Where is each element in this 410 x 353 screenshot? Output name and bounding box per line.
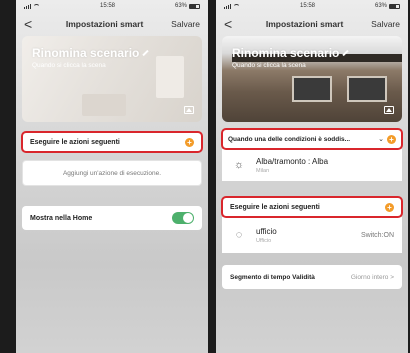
pencil-icon — [142, 49, 150, 57]
action-item-title: ufficio — [256, 226, 277, 236]
rename-scene-button[interactable]: Rinomina scenario — [32, 46, 150, 60]
scene-title: Rinomina scenario — [32, 46, 140, 60]
show-home-label: Mostra nella Home — [30, 214, 93, 222]
show-home-toggle[interactable] — [172, 212, 194, 224]
scene-banner[interactable]: Rinomina scenario Quando si clicca la sc… — [222, 36, 402, 122]
scene-subtitle: Quando si clicca la scena — [232, 62, 306, 69]
screenshot-stage: 15:58 63% < Impostazioni smart Salvare R… — [0, 0, 410, 353]
rename-scene-button[interactable]: Rinomina scenario — [232, 46, 350, 60]
add-action-plus-button[interactable]: + — [385, 202, 394, 212]
banner-decoration — [292, 76, 332, 102]
banner-decoration — [156, 56, 184, 98]
action-item-subtitle: Ufficio — [256, 237, 272, 244]
banner-decoration — [347, 76, 387, 102]
save-button[interactable]: Salvare — [371, 19, 400, 29]
page-title: Impostazioni smart — [265, 19, 344, 29]
condition-label: Quando una delle condizioni è soddis... — [228, 135, 351, 143]
nav-bar: < Impostazioni smart Salvare — [16, 12, 208, 36]
condition-item-title: Alba/tramonto : Alba — [256, 156, 329, 166]
phone-screen-right: 15:58 63% < Impostazioni smart Salvare R… — [216, 0, 408, 353]
battery-percent: 63% — [174, 3, 187, 9]
chevron-down-icon[interactable]: ⌄ — [378, 135, 384, 143]
condition-item[interactable]: ☼ Alba/tramonto : Alba Milan — [222, 149, 402, 181]
show-home-row: Mostra nella Home — [22, 206, 202, 230]
actions-section-header: Eseguire le azioni seguenti + — [21, 131, 203, 153]
wifi-icon — [233, 3, 240, 9]
add-action-plus-button[interactable]: + — [185, 137, 194, 147]
add-action-button[interactable]: Aggiungi un'azione di esecuzione. — [22, 160, 202, 186]
battery-percent: 63% — [374, 3, 387, 9]
action-item-status: Switch:ON — [360, 231, 394, 239]
actions-label: Eseguire le azioni seguenti — [230, 203, 320, 211]
phone-screen-left: 15:58 63% < Impostazioni smart Salvare R… — [16, 0, 208, 353]
page-title: Impostazioni smart — [65, 19, 144, 29]
validity-label: Segmento di tempo Validità — [230, 273, 315, 281]
scene-banner[interactable]: Rinomina scenario Quando si clicca la sc… — [22, 36, 202, 122]
back-icon[interactable]: < — [224, 17, 238, 31]
actions-label: Eseguire le azioni seguenti — [30, 138, 120, 146]
signal-icon — [224, 3, 231, 9]
change-image-icon[interactable] — [384, 106, 394, 114]
sunrise-icon: ☼ — [233, 159, 245, 171]
battery-icon — [189, 3, 200, 9]
status-time: 15:58 — [299, 3, 315, 9]
back-icon[interactable]: < — [24, 17, 38, 31]
save-button[interactable]: Salvare — [171, 19, 200, 29]
wifi-icon — [33, 3, 40, 9]
action-item[interactable]: ◌ ufficio Ufficio Switch:ON — [222, 217, 402, 253]
signal-icon — [24, 3, 31, 9]
actions-section-header: Eseguire le azioni seguenti + — [221, 196, 403, 218]
banner-decoration — [82, 94, 126, 116]
validity-row[interactable]: Segmento di tempo Validità Giorno intero… — [222, 265, 402, 289]
lightbulb-icon: ◌ — [235, 229, 243, 241]
add-condition-plus-button[interactable]: + — [387, 134, 396, 144]
validity-value: Giorno intero > — [350, 273, 394, 281]
battery-icon — [389, 3, 400, 9]
status-bar: 15:58 63% — [16, 0, 208, 12]
status-time: 15:58 — [99, 3, 115, 9]
scene-subtitle: Quando si clicca la scena — [32, 62, 106, 69]
status-bar: 15:58 63% — [216, 0, 408, 12]
pencil-icon — [342, 49, 350, 57]
condition-section-header[interactable]: Quando una delle condizioni è soddis... … — [221, 128, 403, 150]
condition-item-subtitle: Milan — [256, 167, 270, 174]
nav-bar: < Impostazioni smart Salvare — [216, 12, 408, 36]
change-image-icon[interactable] — [184, 106, 194, 114]
scene-title: Rinomina scenario — [232, 46, 340, 60]
